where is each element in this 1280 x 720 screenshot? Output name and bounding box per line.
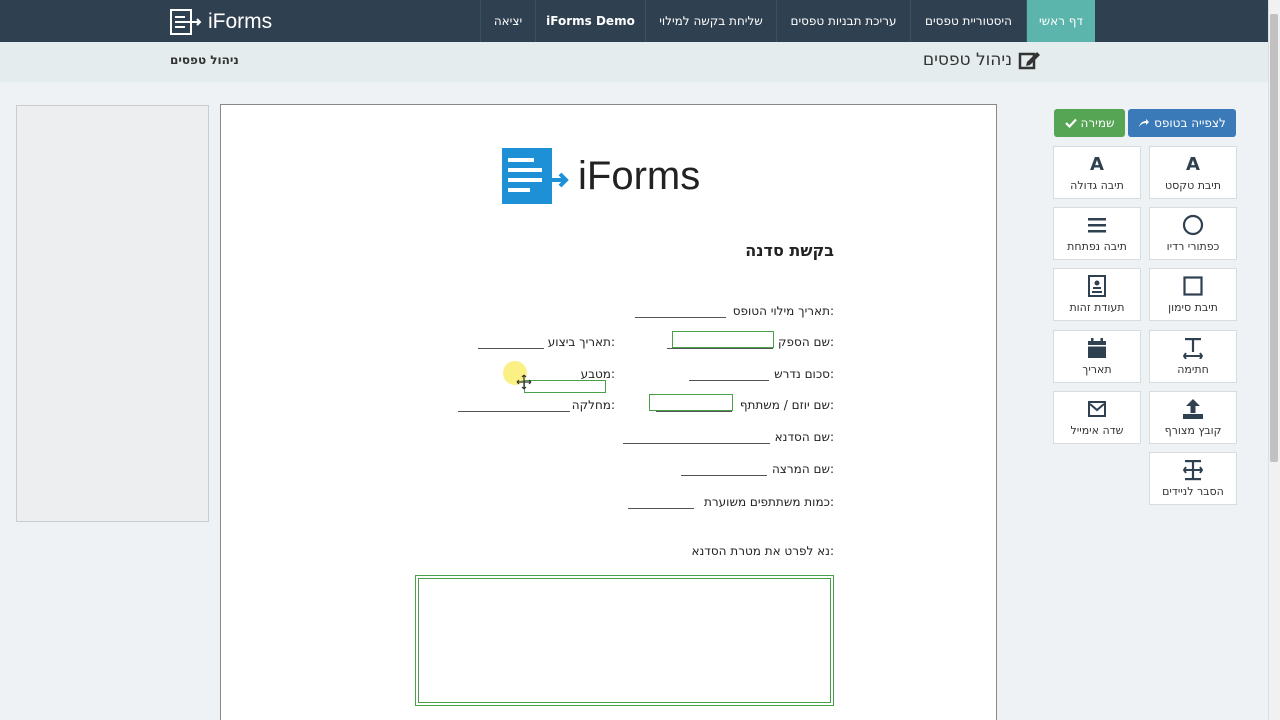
label-lecturer: שם המרצה: — [771, 462, 834, 476]
label-participants: כמות משתתפים משוערת: — [704, 495, 834, 509]
page-scrollbar[interactable] — [1268, 0, 1280, 720]
nav-edit-templates[interactable]: עריכת תבניות טפסים — [776, 0, 910, 42]
tool-radio-buttons[interactable]: כפתורי רדיו — [1149, 207, 1237, 260]
preview-form-label: לצפייה בטופס — [1154, 116, 1226, 130]
label-currency: מטבע: — [580, 367, 615, 381]
mobile-text-icon — [1183, 459, 1203, 481]
tool-dropdown[interactable]: תיבה נפתחת — [1053, 207, 1141, 260]
label-workshop-name: שם הסדנא: — [774, 430, 834, 444]
radio-circle-icon — [1182, 214, 1204, 236]
envelope-icon — [1087, 398, 1107, 420]
top-navbar: iForms דף ראשי היסטוריית טפסים עריכת תבנ… — [0, 0, 1268, 42]
nav-home[interactable]: דף ראשי — [1026, 0, 1095, 42]
field-participants[interactable] — [628, 508, 694, 509]
tool-date[interactable]: תאריך — [1053, 330, 1141, 383]
tool-large-box[interactable]: A תיבה גדולה — [1053, 146, 1141, 199]
scrollbar-thumb[interactable] — [1270, 14, 1278, 462]
checkbox-icon — [1183, 275, 1203, 297]
field-initiator-line — [656, 411, 732, 412]
field-currency[interactable] — [524, 380, 606, 393]
brand-name: iForms — [208, 10, 273, 33]
label-amount: סכום נדרש: — [774, 367, 834, 381]
field-supplier-name-line — [667, 348, 773, 349]
label-fill-date: תאריך מילוי הטופס: — [732, 304, 834, 318]
nav-forms-history[interactable]: היסטוריית טפסים — [910, 0, 1026, 42]
edit-icon — [1018, 52, 1040, 70]
iforms-logo-icon — [502, 148, 569, 204]
form-title: בקשת סדנה — [745, 241, 834, 260]
brand-logo[interactable]: iForms — [170, 8, 272, 36]
field-fill-date[interactable] — [635, 317, 726, 318]
form-logo-text: iForms — [578, 153, 701, 198]
tool-email[interactable]: שדה אימייל — [1053, 391, 1141, 444]
signature-icon — [1183, 337, 1203, 359]
field-amount[interactable] — [689, 380, 769, 381]
label-initiator: שם יוזם / משתתף: — [739, 398, 834, 412]
label-execution-date: תאריך ביצוע: — [547, 335, 615, 349]
field-purpose-textarea[interactable] — [415, 575, 834, 706]
field-supplier-name[interactable] — [672, 331, 774, 348]
id-card-icon — [1088, 275, 1106, 297]
save-label: שמירה — [1080, 116, 1115, 130]
field-workshop-name[interactable] — [623, 443, 770, 444]
breadcrumb: ניהול טפסים — [170, 53, 239, 67]
tool-id-number[interactable]: תעודת זהות — [1053, 268, 1141, 321]
text-a-icon: A — [1186, 153, 1200, 175]
page-title: ניהול טפסים — [923, 50, 1042, 70]
field-initiator[interactable] — [649, 394, 733, 411]
label-purpose: נא לפרט את מטרת הסדנא: — [691, 544, 834, 558]
preview-form-button[interactable]: לצפייה בטופס — [1128, 109, 1236, 137]
tool-checkbox[interactable]: תיבת סימון — [1149, 268, 1237, 321]
page-title-text: ניהול טפסים — [922, 50, 1012, 70]
field-purpose-inner — [418, 578, 831, 703]
label-supplier-name: שם הספק: — [778, 335, 834, 349]
nav-send-request[interactable]: שליחת בקשה למילוי — [645, 0, 776, 42]
tool-attachment[interactable]: קובץ מצורף — [1149, 391, 1237, 444]
share-arrow-icon — [1139, 119, 1150, 127]
iforms-logo-icon — [170, 9, 202, 35]
field-execution-date[interactable] — [478, 348, 544, 349]
field-lecturer[interactable] — [681, 475, 767, 476]
tool-mobile-explanation[interactable]: הסבר לניידים — [1149, 452, 1237, 505]
tool-text-box[interactable]: A תיבת טקסט — [1149, 146, 1237, 199]
calendar-icon — [1087, 337, 1107, 359]
field-department[interactable] — [458, 411, 570, 412]
upload-icon — [1182, 398, 1204, 420]
dropdown-list-icon — [1087, 214, 1107, 236]
tool-signature[interactable]: חתימה — [1149, 330, 1237, 383]
nav-logout[interactable]: יציאה — [480, 0, 535, 42]
left-properties-panel — [16, 105, 209, 522]
form-canvas[interactable]: iForms בקשת סדנה תאריך מילוי הטופס: שם ה… — [220, 104, 997, 720]
label-department: מחלקה: — [571, 398, 615, 412]
form-logo: iForms — [502, 148, 700, 204]
move-cursor-icon — [516, 374, 532, 390]
large-text-a-icon: A — [1090, 153, 1104, 175]
save-button[interactable]: שמירה — [1054, 109, 1125, 137]
nav-demo[interactable]: iForms Demo — [535, 0, 645, 42]
check-icon — [1064, 118, 1077, 128]
